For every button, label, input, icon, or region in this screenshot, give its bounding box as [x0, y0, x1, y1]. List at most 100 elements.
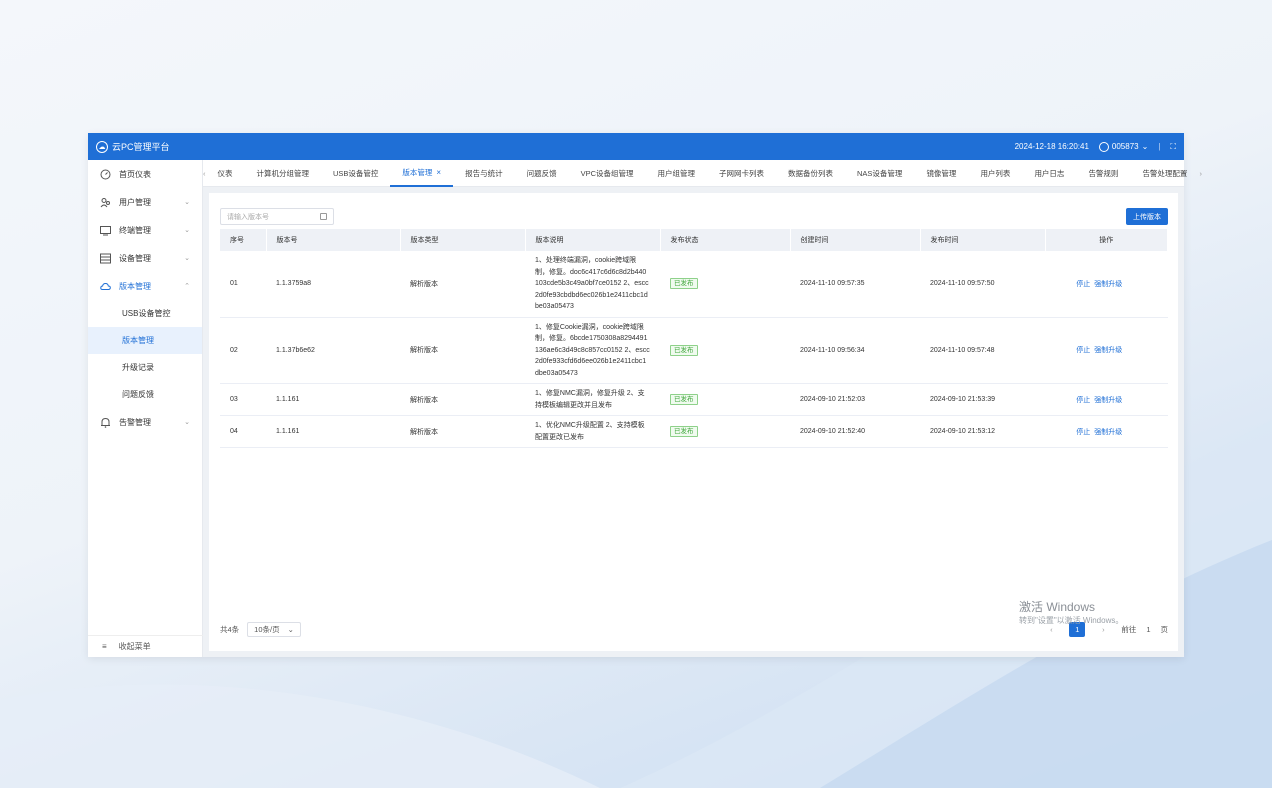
tab-label: 用户组管理: [657, 168, 696, 178]
tab-item[interactable]: NAS设备管理: [845, 160, 914, 187]
status-badge: 已发布: [670, 278, 698, 290]
tab-item[interactable]: 用户列表: [968, 160, 1022, 187]
tab-item[interactable]: 子网网卡列表: [707, 160, 776, 187]
sidebar-subitem-usb[interactable]: USB设备管控: [88, 300, 202, 327]
goto-label: 前往: [1121, 625, 1137, 634]
watermark-subtitle: 转到"设置"以激活 Windows。: [1019, 616, 1124, 625]
search-icon: [320, 213, 327, 220]
tab-label: 问题反馈: [526, 168, 557, 178]
chevron-up-icon: ⌃: [184, 283, 190, 290]
page-unit: 页: [1160, 625, 1169, 634]
cell-published: 2024-11-10 09:57:48: [920, 317, 1045, 384]
app-title: 云PC管理平台: [112, 142, 170, 152]
goto-input[interactable]: 1: [1146, 625, 1150, 634]
chevron-down-icon: ⌄: [184, 255, 190, 262]
user-menu[interactable]: 005873 ⌄: [1098, 141, 1148, 152]
chevron-down-icon: ⌄: [184, 199, 190, 206]
cell-no: 03: [220, 383, 266, 416]
column-header: 序号: [220, 229, 267, 251]
tab-item[interactable]: 计算机分组管理: [245, 160, 322, 187]
cell-no: 04: [220, 415, 266, 448]
stop-link[interactable]: 停止: [1076, 281, 1090, 288]
page-size-select[interactable]: 10条/页 ⌄: [247, 622, 301, 637]
force-upgrade-link[interactable]: 强制升级: [1094, 281, 1122, 288]
cell-desc: 1、处理终端漏洞，cookie跨域限制，修复。doc6c417c6d6c8d2b…: [525, 251, 660, 318]
table-header-row: 序号 版本号 版本类型 版本说明 发布状态 创建时间 发布时间 操作: [220, 229, 1168, 251]
column-header: 发布状态: [660, 229, 791, 251]
stop-link[interactable]: 停止: [1076, 429, 1090, 436]
bell-icon: [100, 417, 111, 428]
cell-type: 解析版本: [400, 415, 525, 448]
cell-desc: 1、修复Cookie漏洞，cookie跨域限制，修复。6bcde1750308a…: [525, 317, 660, 384]
divider: |: [1158, 142, 1161, 151]
force-upgrade-link[interactable]: 强制升级: [1094, 429, 1122, 436]
table-row: 04 1.1.161 解析版本 1、优化NMC升级配置 2、支持模板配置更改已发…: [220, 415, 1168, 448]
sidebar-item-terminals[interactable]: 终端管理 ⌄: [88, 216, 202, 244]
tab-label: NAS设备管理: [857, 168, 903, 178]
tab-item-active[interactable]: 版本管理 ×: [390, 160, 454, 187]
tab-item[interactable]: 用户日志: [1022, 160, 1076, 187]
force-upgrade-link[interactable]: 强制升级: [1094, 397, 1122, 404]
sidebar-subitem-version-management[interactable]: 版本管理: [88, 327, 202, 354]
tab-label: USB设备管控: [333, 168, 379, 178]
tab-item[interactable]: 镜像管理: [914, 160, 968, 187]
user-name: 005873: [1111, 142, 1139, 151]
sidebar-item-label: 终端管理: [119, 225, 151, 235]
datetime: 2024-12-18 16:20:41: [1014, 142, 1089, 151]
sidebar-subitem-upgrade-records[interactable]: 升级记录: [88, 354, 202, 381]
logo-icon: ☁: [96, 140, 108, 153]
force-upgrade-link[interactable]: 强制升级: [1094, 347, 1122, 354]
column-header: 发布时间: [920, 229, 1046, 251]
tab-label: 版本管理: [402, 167, 433, 177]
tab-scroll-right-icon[interactable]: ›: [1199, 169, 1202, 178]
tab-item[interactable]: 告警规则: [1076, 160, 1130, 187]
cell-status: 已发布: [660, 383, 790, 416]
close-icon[interactable]: ×: [436, 168, 441, 177]
user-icon: [1098, 141, 1109, 152]
upload-version-button[interactable]: 上传版本: [1126, 208, 1168, 225]
dashboard-icon: [100, 169, 111, 180]
chevron-down-icon: ⌄: [287, 625, 294, 634]
top-bar: ☁ 云PC管理平台 2024-12-18 16:20:41 005873 ⌄ |…: [88, 133, 1184, 160]
table-row: 02 1.1.37b6e62 解析版本 1、修复Cookie漏洞，cookie跨…: [220, 317, 1168, 384]
tab-item[interactable]: 仪表: [206, 160, 245, 187]
tab-bar: ‹ 仪表 计算机分组管理 USB设备管控 版本管理 × 报告与统计 问题反馈 VP…: [203, 160, 1202, 187]
collapse-menu-label: 收起菜单: [118, 642, 151, 651]
tab-item[interactable]: 告警处理配置: [1130, 160, 1199, 187]
stop-link[interactable]: 停止: [1076, 347, 1090, 354]
cell-created: 2024-09-10 21:52:40: [790, 415, 920, 448]
cell-type: 解析版本: [400, 251, 525, 318]
cell-version: 1.1.161: [266, 383, 400, 416]
cell-ops: 停止 强制升级: [1045, 415, 1168, 448]
tab-item[interactable]: 数据备份列表: [776, 160, 845, 187]
cell-type: 解析版本: [400, 383, 525, 416]
cell-published: 2024-09-10 21:53:12: [920, 415, 1045, 448]
tab-item[interactable]: 报告与统计: [453, 160, 515, 187]
status-badge: 已发布: [670, 394, 698, 405]
search-input[interactable]: 请输入版本号: [220, 208, 334, 225]
monitor-icon: [100, 225, 111, 236]
stop-link[interactable]: 停止: [1076, 397, 1090, 404]
tab-label: 子网网卡列表: [719, 168, 765, 178]
sidebar-item-dashboard[interactable]: 首页仪表: [88, 160, 202, 188]
app-window: ☁ 云PC管理平台 2024-12-18 16:20:41 005873 ⌄ |…: [88, 133, 1202, 657]
column-header: 版本类型: [400, 229, 526, 251]
column-header: 版本说明: [525, 229, 661, 251]
status-badge: 已发布: [670, 426, 698, 437]
cell-status: 已发布: [660, 251, 790, 318]
sidebar-item-label: 用户管理: [119, 197, 151, 207]
cell-no: 02: [220, 317, 266, 384]
sidebar-item-alerts[interactable]: 告警管理 ⌄: [88, 408, 202, 436]
tab-item[interactable]: 问题反馈: [515, 160, 569, 187]
fullscreen-icon[interactable]: ⛶: [1170, 142, 1176, 152]
sidebar-item-users[interactable]: 用户管理 ⌄: [88, 188, 202, 216]
sidebar-subitem-feedback[interactable]: 问题反馈: [88, 381, 202, 408]
tab-item[interactable]: USB设备管控: [321, 160, 390, 187]
sidebar-item-devices[interactable]: 设备管理 ⌄: [88, 244, 202, 272]
tab-item[interactable]: 用户组管理: [646, 160, 708, 187]
tab-item[interactable]: VPC设备组管理: [569, 160, 646, 187]
column-header: 版本号: [266, 229, 401, 251]
sidebar-item-versions[interactable]: 版本管理 ⌃: [88, 272, 202, 300]
collapse-menu-button[interactable]: ≡ 收起菜单: [88, 635, 203, 657]
tab-label: 报告与统计: [465, 168, 503, 178]
